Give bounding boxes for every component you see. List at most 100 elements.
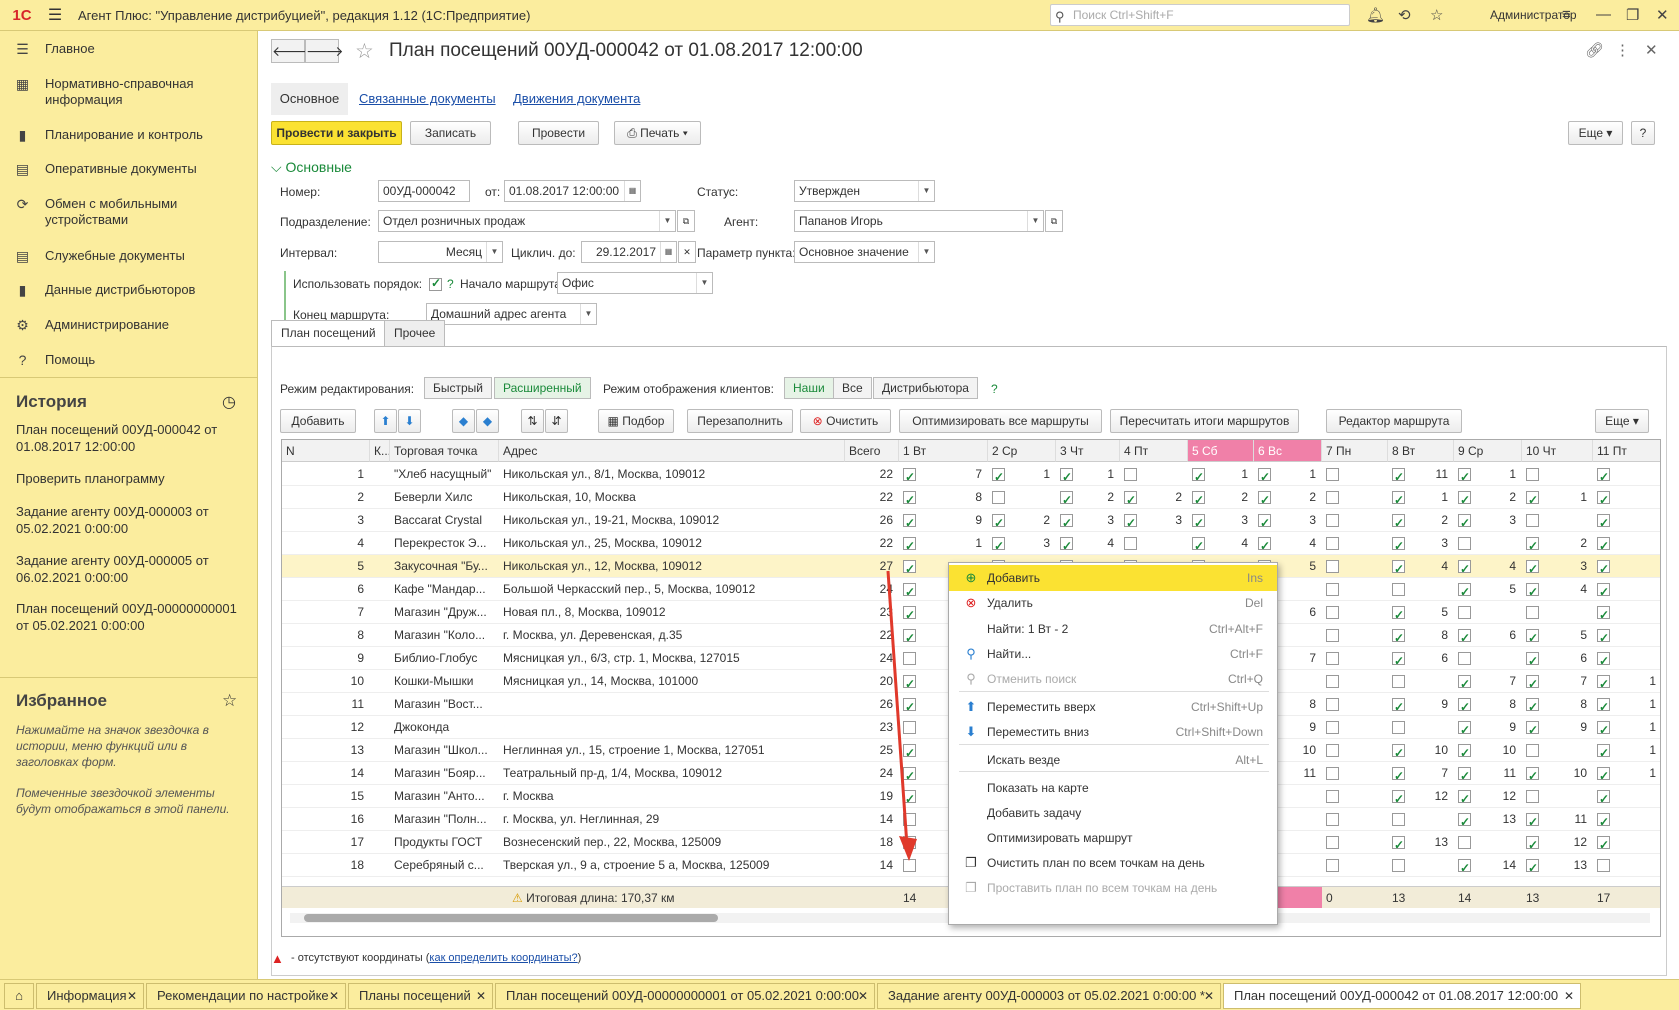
day-cell[interactable]: 1 (1522, 486, 1593, 509)
visit-checkbox[interactable] (1597, 535, 1610, 555)
display-mode-distributor[interactable]: Дистрибьютора (873, 377, 978, 399)
day-cell[interactable] (1593, 808, 1660, 831)
visit-checkbox[interactable] (1326, 491, 1339, 505)
day-cell[interactable]: 12 (1522, 831, 1593, 854)
column-header[interactable]: 5 Сб (1188, 440, 1254, 462)
visit-checkbox[interactable] (1458, 558, 1471, 578)
optimize-all-button[interactable]: Оптимизировать все маршруты (899, 409, 1102, 433)
print-button[interactable]: ⎙ Печать ▾ (614, 121, 701, 145)
address-cell[interactable]: Никольская ул., 8/1, Москва, 109012 (499, 463, 845, 486)
visit-checkbox[interactable] (1526, 606, 1539, 620)
day-cell[interactable]: 4 (1388, 555, 1454, 578)
visit-checkbox[interactable] (1597, 627, 1610, 647)
visit-checkbox[interactable] (1458, 836, 1471, 850)
visit-checkbox[interactable] (1326, 606, 1339, 620)
row-number[interactable]: 9 (282, 647, 370, 670)
day-cell[interactable] (1454, 647, 1522, 670)
row-number[interactable]: 10 (282, 670, 370, 693)
visit-checkbox[interactable] (992, 491, 1005, 505)
visit-checkbox[interactable] (1597, 512, 1610, 532)
date-field[interactable]: 01.08.2017 12:00:00 ▦ (504, 180, 641, 202)
visit-checkbox[interactable] (1060, 466, 1073, 486)
day-cell[interactable]: 5 (1522, 624, 1593, 647)
visit-checkbox[interactable] (1526, 811, 1539, 831)
day-cell[interactable]: 7 (1388, 762, 1454, 785)
save-button[interactable]: Записать (410, 121, 491, 145)
row-number[interactable]: 12 (282, 716, 370, 739)
sidebar-item-service-docs[interactable]: ▤ Служебные документы (0, 248, 258, 265)
row-number[interactable]: 14 (282, 762, 370, 785)
day-cell[interactable]: 13 (1522, 854, 1593, 877)
visit-checkbox[interactable] (1326, 583, 1339, 597)
day-cell[interactable]: 3 (1454, 509, 1522, 532)
bottom-tab[interactable]: Информация ✕ (36, 983, 144, 1009)
day-cell[interactable] (1593, 555, 1660, 578)
visit-checkbox[interactable] (1458, 537, 1471, 551)
day-cell[interactable] (1322, 716, 1388, 739)
day-cell[interactable]: 13 (1388, 831, 1454, 854)
visit-checkbox[interactable] (1458, 627, 1471, 647)
visit-checkbox[interactable] (1124, 468, 1137, 482)
visit-checkbox[interactable] (1526, 650, 1539, 670)
arrow-up-icon[interactable]: ⬆ (374, 409, 397, 433)
visit-checkbox[interactable] (1326, 698, 1339, 712)
column-header[interactable]: Адрес (499, 440, 845, 462)
open-icon[interactable]: ⧉ (1045, 210, 1063, 232)
context-menu-item[interactable]: Найти: 1 Вт - 2 Ctrl+Alt+F (949, 616, 1277, 642)
day-cell[interactable]: 10 (1388, 739, 1454, 762)
day-cell[interactable]: 11 (1454, 762, 1522, 785)
row-number[interactable]: 15 (282, 785, 370, 808)
column-header[interactable]: Всего (845, 440, 899, 462)
bottom-tab-active[interactable]: План посещений 00УД-000042 от 01.08.2017… (1223, 983, 1581, 1009)
day-cell[interactable]: 1 (1056, 463, 1120, 486)
visit-checkbox[interactable] (1060, 489, 1073, 509)
day-cell[interactable]: 7 (1454, 670, 1522, 693)
day-cell[interactable]: 10 (1454, 739, 1522, 762)
total-cell[interactable]: 22 (845, 486, 899, 509)
day-cell[interactable] (1388, 670, 1454, 693)
visit-checkbox[interactable] (903, 489, 916, 509)
day-cell[interactable]: 10 (1522, 762, 1593, 785)
close-icon[interactable]: ✕ (1656, 6, 1669, 24)
visit-checkbox[interactable] (1392, 650, 1405, 670)
day-cell[interactable]: 1 (1254, 463, 1322, 486)
day-cell[interactable] (1322, 486, 1388, 509)
visit-checkbox[interactable] (1192, 489, 1205, 509)
visit-checkbox[interactable] (1392, 813, 1405, 827)
visit-checkbox[interactable] (1060, 535, 1073, 555)
address-cell[interactable]: Мясницкая ул., 14, Москва, 101000 (499, 670, 845, 693)
day-cell[interactable]: 3 (1120, 509, 1188, 532)
day-cell[interactable] (1593, 624, 1660, 647)
day-cell[interactable]: 11 (1522, 808, 1593, 831)
history-icon[interactable]: ⟲ (1398, 6, 1411, 24)
day-cell[interactable] (1454, 532, 1522, 555)
day-cell[interactable]: 1 (1388, 486, 1454, 509)
visit-checkbox[interactable] (1597, 765, 1610, 785)
visit-checkbox[interactable] (1392, 489, 1405, 509)
row-number[interactable]: 3 (282, 509, 370, 532)
visit-checkbox[interactable] (1326, 629, 1339, 643)
context-menu-item[interactable]: ⬇ Переместить вниз Ctrl+Shift+Down (949, 719, 1277, 745)
star-icon[interactable]: ☆ (1430, 6, 1443, 24)
column-header[interactable]: 3 Чт (1056, 440, 1120, 462)
visit-checkbox[interactable] (1526, 719, 1539, 739)
visit-checkbox[interactable] (1192, 535, 1205, 555)
day-cell[interactable] (1322, 601, 1388, 624)
day-cell[interactable]: 6 (1522, 647, 1593, 670)
day-cell[interactable]: 9 (1454, 716, 1522, 739)
day-cell[interactable]: 2 (1454, 486, 1522, 509)
bottom-tab[interactable]: Задание агенту 00УД-000003 от 05.02.2021… (877, 983, 1221, 1009)
context-menu[interactable]: ⊕ Добавить Ins ⊗ Удалить Del Найти: 1 Вт - 2 Ct… (948, 562, 1278, 925)
address-cell[interactable]: Никольская ул., 25, Москва, 109012 (499, 532, 845, 555)
visit-checkbox[interactable] (1392, 604, 1405, 624)
visit-checkbox[interactable] (1458, 788, 1471, 808)
visit-checkbox[interactable] (1526, 744, 1539, 758)
visit-checkbox[interactable] (1597, 696, 1610, 716)
context-menu-item[interactable]: Искать везде Alt+L (949, 747, 1277, 773)
day-cell[interactable]: 3 (1056, 509, 1120, 532)
day-cell[interactable]: 9 (1522, 716, 1593, 739)
pick-button[interactable]: ▦ Подбор (598, 409, 674, 433)
display-mode-ours[interactable]: Наши (784, 377, 834, 399)
visit-checkbox[interactable] (1458, 466, 1471, 486)
chevron-down-icon[interactable]: ▼ (1027, 211, 1043, 231)
